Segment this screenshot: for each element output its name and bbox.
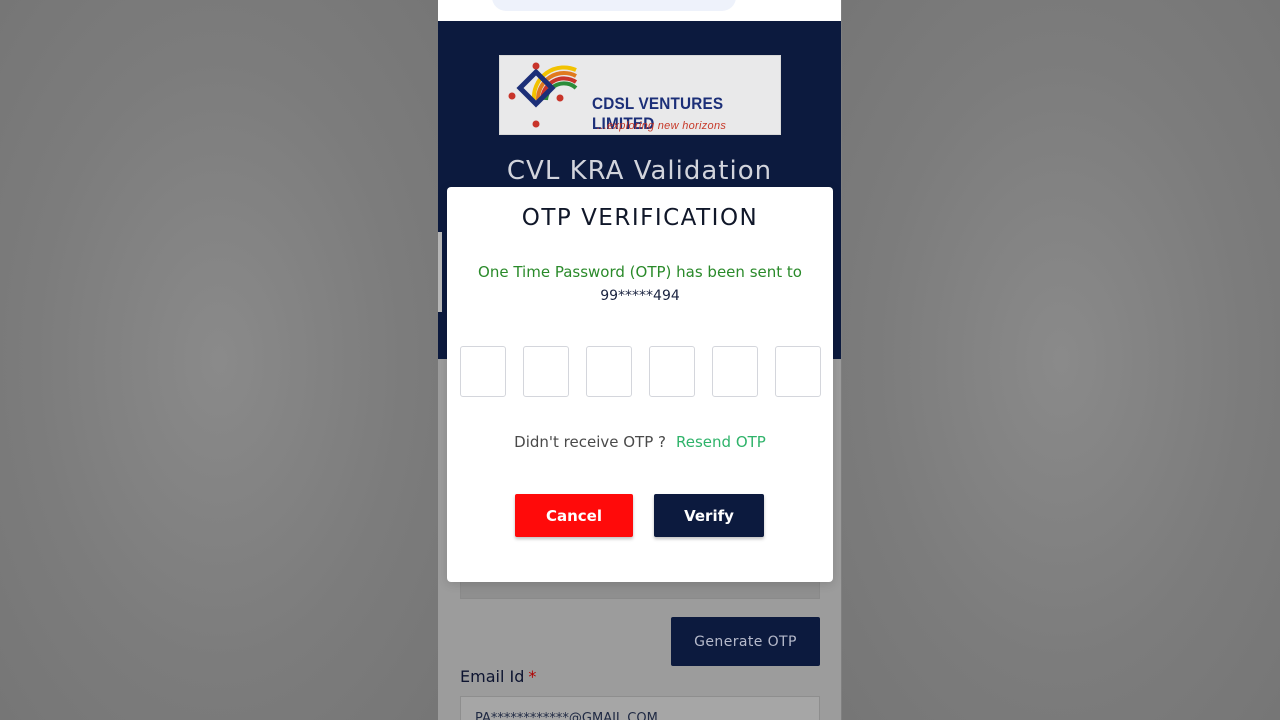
resend-row: Didn't receive OTP ? Resend OTP xyxy=(447,433,833,451)
otp-digit-1[interactable] xyxy=(460,346,506,397)
email-input[interactable]: PA************@GMAIL.COM xyxy=(460,696,820,720)
otp-input-group xyxy=(460,346,821,397)
otp-digit-2[interactable] xyxy=(523,346,569,397)
page-title: CVL KRA Validation xyxy=(506,156,773,186)
otp-digit-6[interactable] xyxy=(775,346,821,397)
dialog-title: OTP VERIFICATION xyxy=(521,205,759,231)
resend-otp-link[interactable]: Resend OTP xyxy=(676,433,766,451)
company-tagline: ...exploring new horizons xyxy=(597,120,727,132)
background-blur-right xyxy=(842,0,1280,720)
mobile-number-input[interactable] xyxy=(460,581,820,599)
background-blur-left xyxy=(0,0,438,720)
generate-otp-button[interactable]: Generate OTP xyxy=(671,617,820,666)
otp-digit-4[interactable] xyxy=(649,346,695,397)
cdsl-logo-icon xyxy=(508,62,578,128)
cancel-button[interactable]: Cancel xyxy=(515,494,633,537)
otp-sent-message: One Time Password (OTP) has been sent to xyxy=(478,263,802,281)
email-label: Email Id * xyxy=(460,667,536,686)
email-label-text: Email Id xyxy=(460,667,525,686)
otp-verification-dialog: OTP VERIFICATION One Time Password (OTP)… xyxy=(447,187,833,582)
verify-button[interactable]: Verify xyxy=(654,494,764,537)
resend-prompt: Didn't receive OTP ? xyxy=(514,433,666,451)
otp-digit-3[interactable] xyxy=(586,346,632,397)
browser-top-bar xyxy=(438,0,841,21)
scroll-indicator xyxy=(438,232,442,312)
masked-phone-number: 99*****494 xyxy=(600,288,680,304)
required-asterisk: * xyxy=(528,667,537,686)
address-bar[interactable] xyxy=(492,0,736,11)
company-logo: CDSL VENTURES LIMITED ...exploring new h… xyxy=(499,55,781,135)
otp-digit-5[interactable] xyxy=(712,346,758,397)
